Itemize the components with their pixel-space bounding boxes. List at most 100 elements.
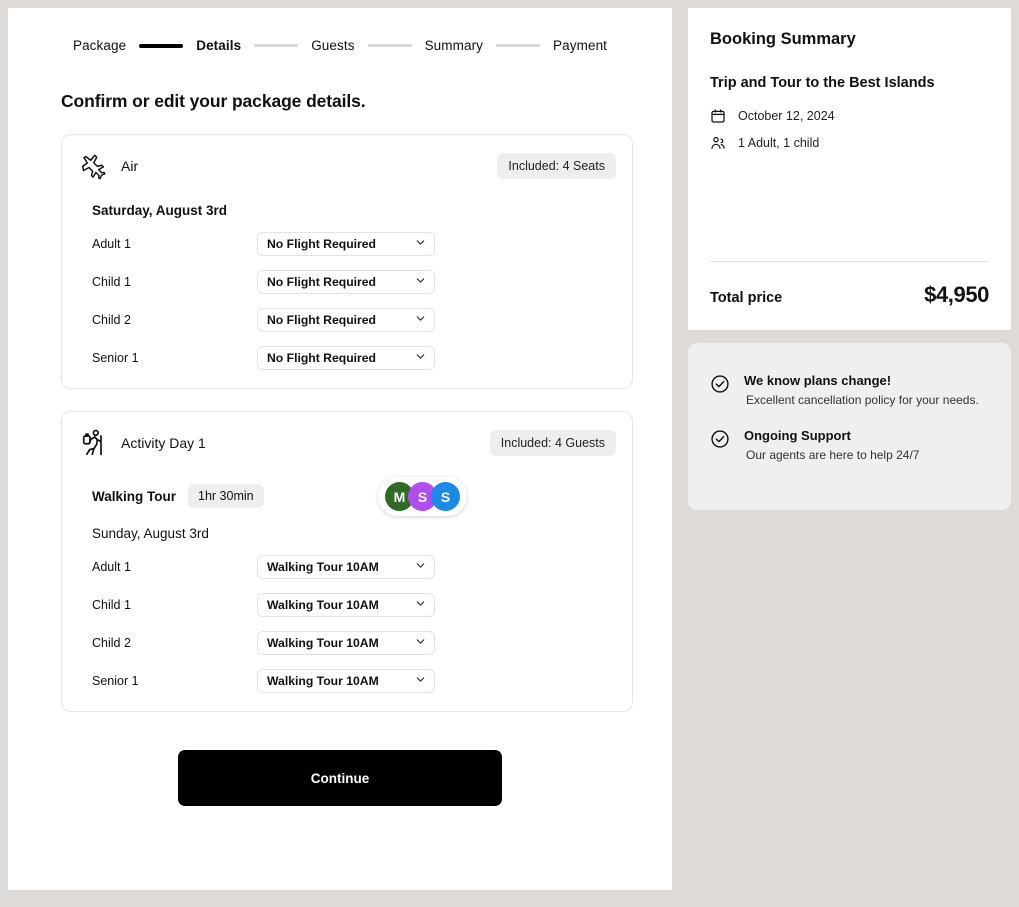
stepper-step-payment[interactable]: Payment (553, 38, 607, 53)
activity-name: Walking Tour (92, 489, 176, 504)
chevron-down-icon (414, 559, 427, 575)
air-row-label: Senior 1 (92, 351, 257, 365)
airplane-icon (78, 150, 110, 182)
stepper-connector-3 (368, 44, 412, 47)
air-row-child-2: Child 2 No Flight Required (78, 308, 616, 332)
stepper-step-guests[interactable]: Guests (311, 38, 354, 53)
summary-divider (710, 261, 989, 262)
air-row-label: Child 2 (92, 313, 257, 327)
air-flight-select-child-1[interactable]: No Flight Required (257, 270, 435, 294)
activity-time-select-value: Walking Tour 10AM (267, 636, 379, 650)
perk-item: Ongoing Support Our agents are here to h… (710, 428, 985, 464)
stepper-step-details[interactable]: Details (196, 38, 241, 53)
chevron-down-icon (414, 274, 427, 290)
air-card-header: Air Included: 4 Seats (78, 149, 616, 183)
chevron-down-icon (414, 635, 427, 651)
activity-duration-badge: 1hr 30min (188, 484, 264, 508)
checkout-stepper: Package Details Guests Summary Payment (8, 38, 672, 53)
air-flight-select-child-2[interactable]: No Flight Required (257, 308, 435, 332)
activity-subheader: Walking Tour 1hr 30min M S S (92, 482, 616, 510)
continue-button[interactable]: Continue (178, 750, 502, 806)
air-card-header-left: Air (78, 150, 138, 182)
check-circle-icon (710, 429, 730, 449)
activity-card-header-left: Activity Day 1 (78, 427, 206, 459)
air-flight-select-senior-1[interactable]: No Flight Required (257, 346, 435, 370)
chevron-down-icon (414, 350, 427, 366)
activity-row-label: Adult 1 (92, 560, 257, 574)
perks-card: We know plans change! Excellent cancella… (688, 343, 1011, 510)
booking-summary-card: Booking Summary Trip and Tour to the Bes… (688, 8, 1011, 330)
air-included-badge: Included: 4 Seats (497, 153, 616, 179)
stepper-connector-4 (496, 44, 540, 47)
page-root: Package Details Guests Summary Payment C… (0, 0, 1019, 907)
air-flight-select-value: No Flight Required (267, 237, 376, 251)
perk-description: Our agents are here to help 24/7 (744, 447, 919, 464)
stepper-step-summary[interactable]: Summary (425, 38, 483, 53)
air-flight-select-value: No Flight Required (267, 313, 376, 327)
activity-time-select-child-1[interactable]: Walking Tour 10AM (257, 593, 435, 617)
perk-title: We know plans change! (744, 373, 979, 388)
users-icon (710, 135, 726, 151)
activity-time-select-value: Walking Tour 10AM (267, 674, 379, 688)
air-card: Air Included: 4 Seats Saturday, August 3… (61, 134, 633, 389)
trip-title: Trip and Tour to the Best Islands (710, 75, 989, 91)
chevron-down-icon (414, 597, 427, 613)
activity-time-select-value: Walking Tour 10AM (267, 598, 379, 612)
avatar[interactable]: S (431, 482, 460, 511)
stepper-connector-1 (139, 44, 183, 48)
total-price-label: Total price (710, 290, 782, 306)
activity-row-child-1: Child 1 Walking Tour 10AM (78, 593, 616, 617)
activity-time-select-value: Walking Tour 10AM (267, 560, 379, 574)
booking-summary-title: Booking Summary (710, 30, 989, 49)
activity-row-child-2: Child 2 Walking Tour 10AM (78, 631, 616, 655)
activity-card-title: Activity Day 1 (121, 435, 206, 451)
air-date: Saturday, August 3rd (92, 203, 616, 218)
activity-time-select-senior-1[interactable]: Walking Tour 10AM (257, 669, 435, 693)
air-flight-select-value: No Flight Required (267, 275, 376, 289)
total-price-row: Total price $4,950 (710, 282, 989, 308)
booking-guests-row: 1 Adult, 1 child (710, 135, 989, 151)
booking-guests: 1 Adult, 1 child (738, 136, 819, 150)
air-flight-select-value: No Flight Required (267, 351, 376, 365)
sidebar: Booking Summary Trip and Tour to the Bes… (688, 8, 1011, 510)
activity-time-select-adult-1[interactable]: Walking Tour 10AM (257, 555, 435, 579)
chevron-down-icon (414, 236, 427, 252)
booking-date-row: October 12, 2024 (710, 108, 989, 124)
activity-time-select-child-2[interactable]: Walking Tour 10AM (257, 631, 435, 655)
calendar-icon (710, 108, 726, 124)
hiker-icon (78, 427, 110, 459)
air-flight-select-adult-1[interactable]: No Flight Required (257, 232, 435, 256)
activity-date: Sunday, August 3rd (92, 526, 616, 541)
avatar-group[interactable]: M S S (378, 477, 467, 516)
activity-row-label: Child 2 (92, 636, 257, 650)
main-panel: Package Details Guests Summary Payment C… (8, 8, 672, 890)
chevron-down-icon (414, 673, 427, 689)
activity-card: Activity Day 1 Included: 4 Guests Walkin… (61, 411, 633, 712)
chevron-down-icon (414, 312, 427, 328)
air-row-adult-1: Adult 1 No Flight Required (78, 232, 616, 256)
activity-included-badge: Included: 4 Guests (490, 430, 616, 456)
summary-spacer (710, 162, 989, 261)
total-price-value: $4,950 (924, 282, 989, 308)
air-row-senior-1: Senior 1 No Flight Required (78, 346, 616, 370)
activity-row-label: Senior 1 (92, 674, 257, 688)
activity-row-adult-1: Adult 1 Walking Tour 10AM (78, 555, 616, 579)
air-row-label: Adult 1 (92, 237, 257, 251)
perk-item: We know plans change! Excellent cancella… (710, 373, 985, 409)
perk-description: Excellent cancellation policy for your n… (744, 392, 979, 409)
air-row-label: Child 1 (92, 275, 257, 289)
perk-text: Ongoing Support Our agents are here to h… (744, 428, 919, 464)
check-circle-icon (710, 374, 730, 394)
page-title: Confirm or edit your package details. (61, 91, 672, 112)
stepper-connector-2 (254, 44, 298, 47)
activity-row-senior-1: Senior 1 Walking Tour 10AM (78, 669, 616, 693)
activity-card-header: Activity Day 1 Included: 4 Guests (78, 426, 616, 460)
continue-button-wrap: Continue (8, 750, 672, 806)
stepper-step-package[interactable]: Package (73, 38, 126, 53)
booking-date: October 12, 2024 (738, 109, 835, 123)
perk-text: We know plans change! Excellent cancella… (744, 373, 979, 409)
perk-title: Ongoing Support (744, 428, 919, 443)
air-card-title: Air (121, 158, 138, 174)
air-row-child-1: Child 1 No Flight Required (78, 270, 616, 294)
activity-row-label: Child 1 (92, 598, 257, 612)
